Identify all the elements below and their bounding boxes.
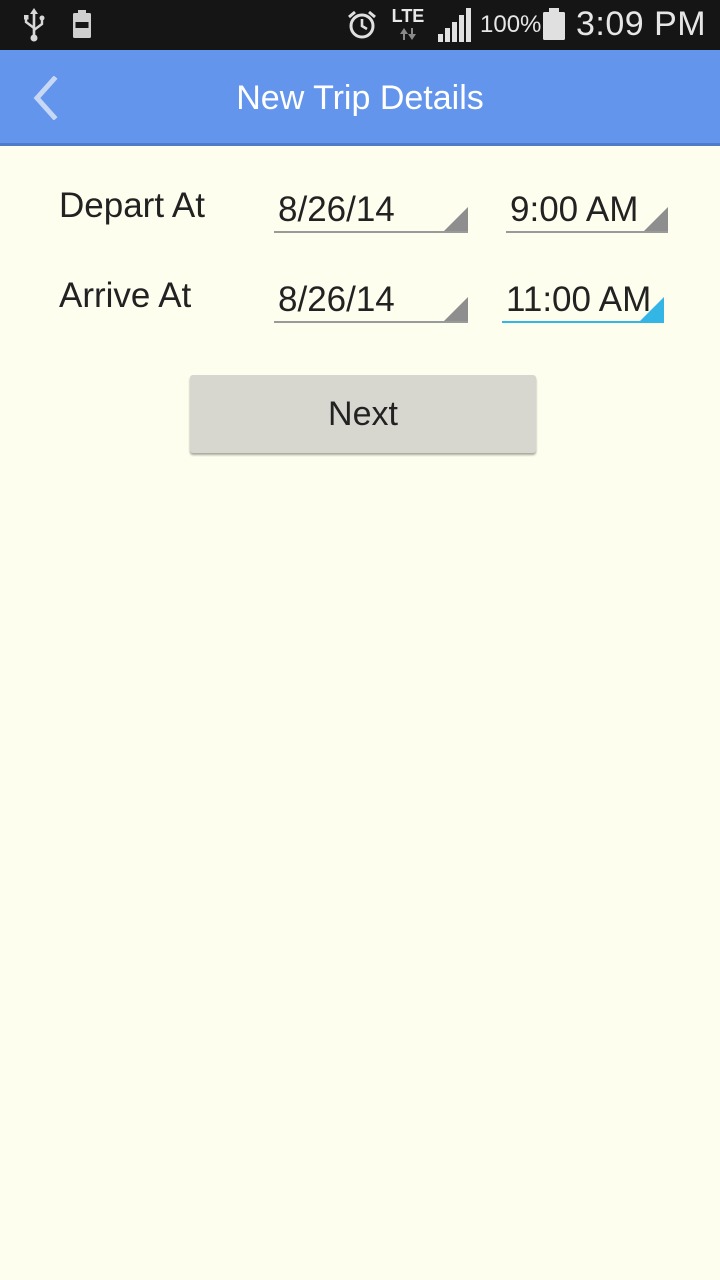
depart-date-value: 8/26/14 [278,190,395,229]
usb-icon [24,8,45,42]
status-bar: LTE 100% 3:09 PM [0,0,720,50]
depart-date-spinner[interactable]: 8/26/14 [274,187,468,233]
next-button[interactable]: Next [190,375,536,453]
arrive-date-spinner[interactable]: 8/26/14 [274,277,468,323]
arrive-date-value: 8/26/14 [278,280,395,319]
dropdown-corner-icon [644,207,668,231]
depart-label: Depart At [59,186,205,225]
dropdown-corner-icon [640,297,664,321]
lte-label: LTE [391,6,425,26]
dropdown-corner-icon [444,207,468,231]
page-title: New Trip Details [236,79,484,117]
lte-icon: LTE [390,6,426,42]
clock: 3:09 PM [576,5,707,43]
battery-icon [543,8,565,40]
battery-small-icon [73,10,91,38]
depart-time-spinner[interactable]: 9:00 AM [506,187,668,233]
signal-icon [438,8,471,42]
app-bar: New Trip Details [0,50,720,146]
alarm-icon [348,10,376,39]
arrive-label: Arrive At [59,276,192,315]
arrive-time-value: 11:00 AM [506,280,652,319]
depart-time-value: 9:00 AM [510,190,639,229]
dropdown-corner-icon [444,297,468,321]
arrive-time-spinner[interactable]: 11:00 AM [502,277,664,323]
battery-percent: 100% [480,11,542,38]
